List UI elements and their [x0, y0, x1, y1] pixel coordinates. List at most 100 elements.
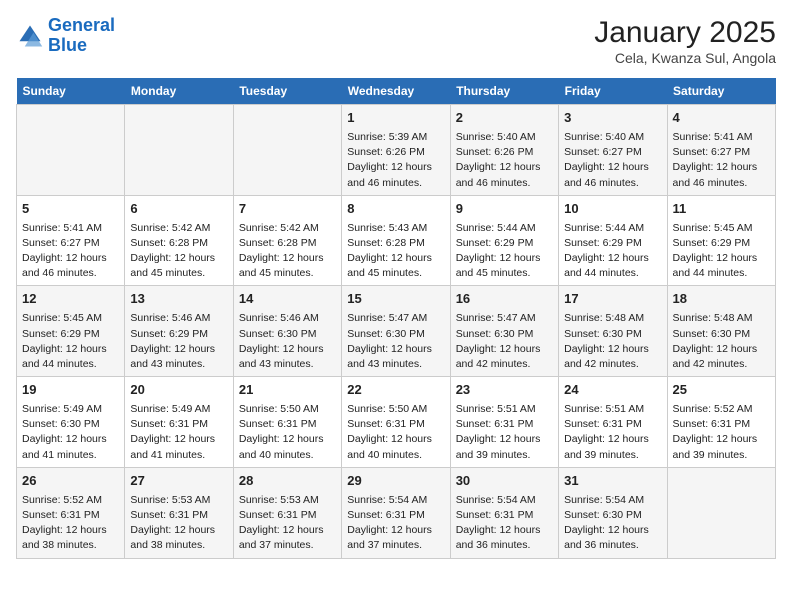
week-row-1: 1 Sunrise: 5:39 AM Sunset: 6:26 PM Daylig… [17, 105, 776, 196]
day-info: Sunrise: 5:51 AM Sunset: 6:31 PM Dayligh… [564, 402, 661, 463]
calendar-cell: 6 Sunrise: 5:42 AM Sunset: 6:28 PM Daylig… [125, 195, 233, 286]
page-subtitle: Cela, Kwanza Sul, Angola [594, 50, 776, 66]
day-info: Sunrise: 5:39 AM Sunset: 6:26 PM Dayligh… [347, 130, 444, 191]
day-header-monday: Monday [125, 78, 233, 105]
calendar-table: SundayMondayTuesdayWednesdayThursdayFrid… [16, 78, 776, 559]
day-info: Sunrise: 5:47 AM Sunset: 6:30 PM Dayligh… [347, 311, 444, 372]
calendar-cell: 14Sunrise: 5:46 AM Sunset: 6:30 PM Dayli… [233, 286, 341, 377]
day-info: Sunrise: 5:42 AM Sunset: 6:28 PM Dayligh… [130, 221, 227, 282]
calendar-cell: 16 Sunrise: 5:47 AM Sunset: 6:30 PM Dayli… [450, 286, 558, 377]
day-number: 27 [130, 472, 227, 491]
day-header-sunday: Sunday [17, 78, 125, 105]
day-info: Sunrise: 5:52 AM Sunset: 6:31 PM Dayligh… [673, 402, 770, 463]
day-info: Sunrise: 5:53 AM Sunset: 6:31 PM Dayligh… [130, 493, 227, 554]
calendar-cell: 15Sunrise: 5:47 AM Sunset: 6:30 PM Dayli… [342, 286, 450, 377]
day-number: 28 [239, 472, 336, 491]
day-number: 1 [347, 109, 444, 128]
day-number: 12 [22, 290, 119, 309]
calendar-cell: 26 Sunrise: 5:52 AM Sunset: 6:31 PM Dayli… [17, 467, 125, 558]
day-info: Sunrise: 5:46 AM Sunset: 6:29 PM Dayligh… [130, 311, 227, 372]
calendar-cell: 18 Sunrise: 5:48 AM Sunset: 6:30 PM Dayli… [667, 286, 775, 377]
day-number: 11 [673, 200, 770, 219]
day-info: Sunrise: 5:48 AM Sunset: 6:30 PM Dayligh… [564, 311, 661, 372]
calendar-cell: 23Sunrise: 5:51 AM Sunset: 6:31 PM Dayli… [450, 377, 558, 468]
week-row-2: 5Sunrise: 5:41 AM Sunset: 6:27 PM Daylig… [17, 195, 776, 286]
calendar-header: SundayMondayTuesdayWednesdayThursdayFrid… [17, 78, 776, 105]
day-info: Sunrise: 5:54 AM Sunset: 6:31 PM Dayligh… [456, 493, 553, 554]
calendar-cell: 9 Sunrise: 5:44 AM Sunset: 6:29 PM Daylig… [450, 195, 558, 286]
day-info: Sunrise: 5:41 AM Sunset: 6:27 PM Dayligh… [673, 130, 770, 191]
day-number: 8 [347, 200, 444, 219]
logo-line1: General [48, 15, 115, 35]
day-number: 30 [456, 472, 553, 491]
day-info: Sunrise: 5:52 AM Sunset: 6:31 PM Dayligh… [22, 493, 119, 554]
calendar-cell: 21 Sunrise: 5:50 AM Sunset: 6:31 PM Dayli… [233, 377, 341, 468]
calendar-cell: 22Sunrise: 5:50 AM Sunset: 6:31 PM Dayli… [342, 377, 450, 468]
calendar-body: 1 Sunrise: 5:39 AM Sunset: 6:26 PM Daylig… [17, 105, 776, 559]
day-info: Sunrise: 5:45 AM Sunset: 6:29 PM Dayligh… [673, 221, 770, 282]
day-number: 19 [22, 381, 119, 400]
day-number: 20 [130, 381, 227, 400]
day-info: Sunrise: 5:47 AM Sunset: 6:30 PM Dayligh… [456, 311, 553, 372]
day-info: Sunrise: 5:45 AM Sunset: 6:29 PM Dayligh… [22, 311, 119, 372]
day-number: 6 [130, 200, 227, 219]
week-row-4: 19 Sunrise: 5:49 AM Sunset: 6:30 PM Dayli… [17, 377, 776, 468]
day-info: Sunrise: 5:44 AM Sunset: 6:29 PM Dayligh… [456, 221, 553, 282]
calendar-cell: 4Sunrise: 5:41 AM Sunset: 6:27 PM Daylig… [667, 105, 775, 196]
day-number: 13 [130, 290, 227, 309]
day-header-friday: Friday [559, 78, 667, 105]
calendar-cell: 24 Sunrise: 5:51 AM Sunset: 6:31 PM Dayli… [559, 377, 667, 468]
calendar-cell: 13 Sunrise: 5:46 AM Sunset: 6:29 PM Dayli… [125, 286, 233, 377]
day-info: Sunrise: 5:44 AM Sunset: 6:29 PM Dayligh… [564, 221, 661, 282]
day-number: 23 [456, 381, 553, 400]
calendar-cell: 2 Sunrise: 5:40 AM Sunset: 6:26 PM Daylig… [450, 105, 558, 196]
day-number: 25 [673, 381, 770, 400]
calendar-cell: 29 Sunrise: 5:54 AM Sunset: 6:31 PM Dayli… [342, 467, 450, 558]
day-info: Sunrise: 5:53 AM Sunset: 6:31 PM Dayligh… [239, 493, 336, 554]
day-number: 3 [564, 109, 661, 128]
day-headers-row: SundayMondayTuesdayWednesdayThursdayFrid… [17, 78, 776, 105]
logo: General Blue [16, 16, 115, 56]
day-number: 17 [564, 290, 661, 309]
calendar-cell: 5Sunrise: 5:41 AM Sunset: 6:27 PM Daylig… [17, 195, 125, 286]
calendar-cell: 1 Sunrise: 5:39 AM Sunset: 6:26 PM Daylig… [342, 105, 450, 196]
calendar-cell [125, 105, 233, 196]
calendar-cell: 8Sunrise: 5:43 AM Sunset: 6:28 PM Daylig… [342, 195, 450, 286]
day-header-saturday: Saturday [667, 78, 775, 105]
calendar-cell: 28 Sunrise: 5:53 AM Sunset: 6:31 PM Dayli… [233, 467, 341, 558]
calendar-cell: 20 Sunrise: 5:49 AM Sunset: 6:31 PM Dayli… [125, 377, 233, 468]
logo-icon [16, 22, 44, 50]
page-header: General Blue January 2025 Cela, Kwanza S… [16, 16, 776, 66]
calendar-cell: 31Sunrise: 5:54 AM Sunset: 6:30 PM Dayli… [559, 467, 667, 558]
day-info: Sunrise: 5:46 AM Sunset: 6:30 PM Dayligh… [239, 311, 336, 372]
day-number: 2 [456, 109, 553, 128]
logo-text: General Blue [48, 16, 115, 56]
day-info: Sunrise: 5:48 AM Sunset: 6:30 PM Dayligh… [673, 311, 770, 372]
day-number: 9 [456, 200, 553, 219]
day-number: 29 [347, 472, 444, 491]
calendar-cell: 17 Sunrise: 5:48 AM Sunset: 6:30 PM Dayli… [559, 286, 667, 377]
day-info: Sunrise: 5:40 AM Sunset: 6:26 PM Dayligh… [456, 130, 553, 191]
calendar-cell [233, 105, 341, 196]
calendar-cell: 11 Sunrise: 5:45 AM Sunset: 6:29 PM Dayli… [667, 195, 775, 286]
day-info: Sunrise: 5:50 AM Sunset: 6:31 PM Dayligh… [347, 402, 444, 463]
day-info: Sunrise: 5:49 AM Sunset: 6:31 PM Dayligh… [130, 402, 227, 463]
day-number: 24 [564, 381, 661, 400]
day-info: Sunrise: 5:41 AM Sunset: 6:27 PM Dayligh… [22, 221, 119, 282]
calendar-cell: 10Sunrise: 5:44 AM Sunset: 6:29 PM Dayli… [559, 195, 667, 286]
day-info: Sunrise: 5:54 AM Sunset: 6:31 PM Dayligh… [347, 493, 444, 554]
day-info: Sunrise: 5:50 AM Sunset: 6:31 PM Dayligh… [239, 402, 336, 463]
day-info: Sunrise: 5:49 AM Sunset: 6:30 PM Dayligh… [22, 402, 119, 463]
page-title: January 2025 [594, 16, 776, 50]
day-number: 21 [239, 381, 336, 400]
day-header-wednesday: Wednesday [342, 78, 450, 105]
calendar-cell: 27 Sunrise: 5:53 AM Sunset: 6:31 PM Dayli… [125, 467, 233, 558]
calendar-cell: 7Sunrise: 5:42 AM Sunset: 6:28 PM Daylig… [233, 195, 341, 286]
week-row-5: 26 Sunrise: 5:52 AM Sunset: 6:31 PM Dayli… [17, 467, 776, 558]
day-number: 26 [22, 472, 119, 491]
day-number: 16 [456, 290, 553, 309]
day-header-tuesday: Tuesday [233, 78, 341, 105]
day-number: 18 [673, 290, 770, 309]
title-block: January 2025 Cela, Kwanza Sul, Angola [594, 16, 776, 66]
day-info: Sunrise: 5:42 AM Sunset: 6:28 PM Dayligh… [239, 221, 336, 282]
